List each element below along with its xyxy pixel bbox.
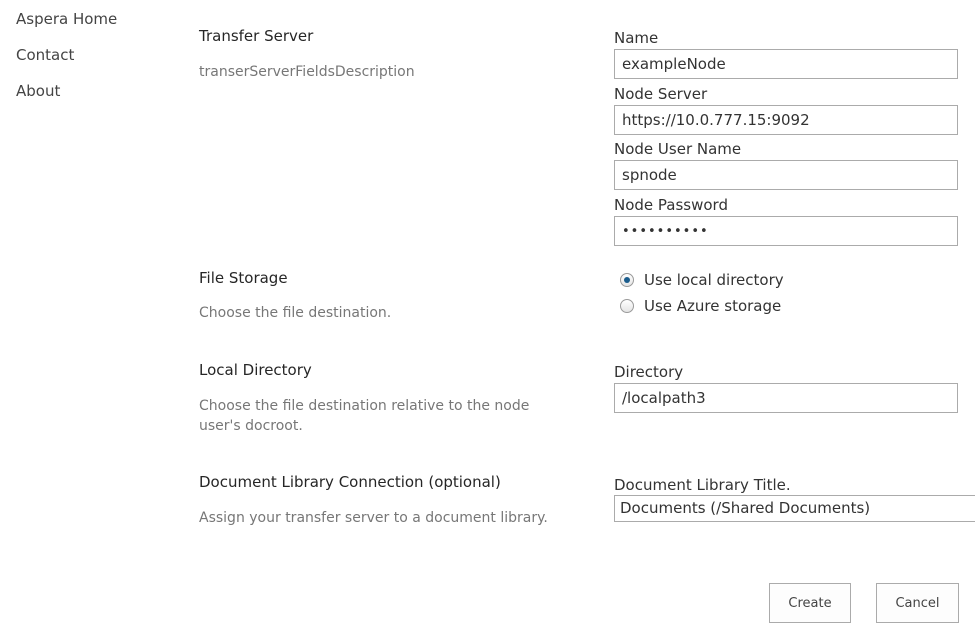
document-library-title-label: Document Library Title.: [614, 476, 791, 494]
radio-label-azure-storage: Use Azure storage: [644, 297, 782, 315]
document-library-select[interactable]: Documents (/Shared Documents): [614, 495, 975, 522]
radio-label-local-directory: Use local directory: [644, 271, 784, 289]
node-password-input[interactable]: [614, 216, 958, 246]
node-user-name-input[interactable]: [614, 160, 958, 190]
radio-use-local-directory[interactable]: Use local directory: [620, 271, 784, 289]
directory-label: Directory: [614, 363, 684, 381]
nav-item-contact[interactable]: Contact: [16, 46, 117, 64]
name-input[interactable]: [614, 49, 958, 79]
node-server-input[interactable]: [614, 105, 958, 135]
page: Aspera Home Contact About Transfer Serve…: [0, 0, 975, 638]
left-navigation: Aspera Home Contact About: [16, 10, 117, 118]
node-password-label: Node Password: [614, 196, 728, 214]
radio-button-checked[interactable]: [620, 273, 634, 287]
transfer-server-description: transerServerFieldsDescription: [199, 64, 415, 80]
nav-item-about[interactable]: About: [16, 82, 117, 100]
create-button[interactable]: Create: [769, 583, 851, 623]
radio-button-unchecked[interactable]: [620, 299, 634, 313]
name-label: Name: [614, 29, 659, 47]
document-library-description: Assign your transfer server to a documen…: [199, 510, 548, 526]
nav-item-aspera-home[interactable]: Aspera Home: [16, 10, 117, 28]
node-server-label: Node Server: [614, 85, 708, 103]
radio-use-azure-storage[interactable]: Use Azure storage: [620, 297, 781, 315]
transfer-server-title: Transfer Server: [199, 27, 314, 45]
file-storage-title: File Storage: [199, 269, 288, 287]
cancel-button[interactable]: Cancel: [876, 583, 959, 623]
document-library-title: Document Library Connection (optional): [199, 473, 501, 491]
node-user-name-label: Node User Name: [614, 140, 742, 158]
local-directory-description: Choose the file destination relative to …: [199, 398, 530, 434]
local-directory-title: Local Directory: [199, 361, 312, 379]
file-storage-description: Choose the file destination.: [199, 305, 392, 321]
directory-input[interactable]: [614, 383, 958, 413]
